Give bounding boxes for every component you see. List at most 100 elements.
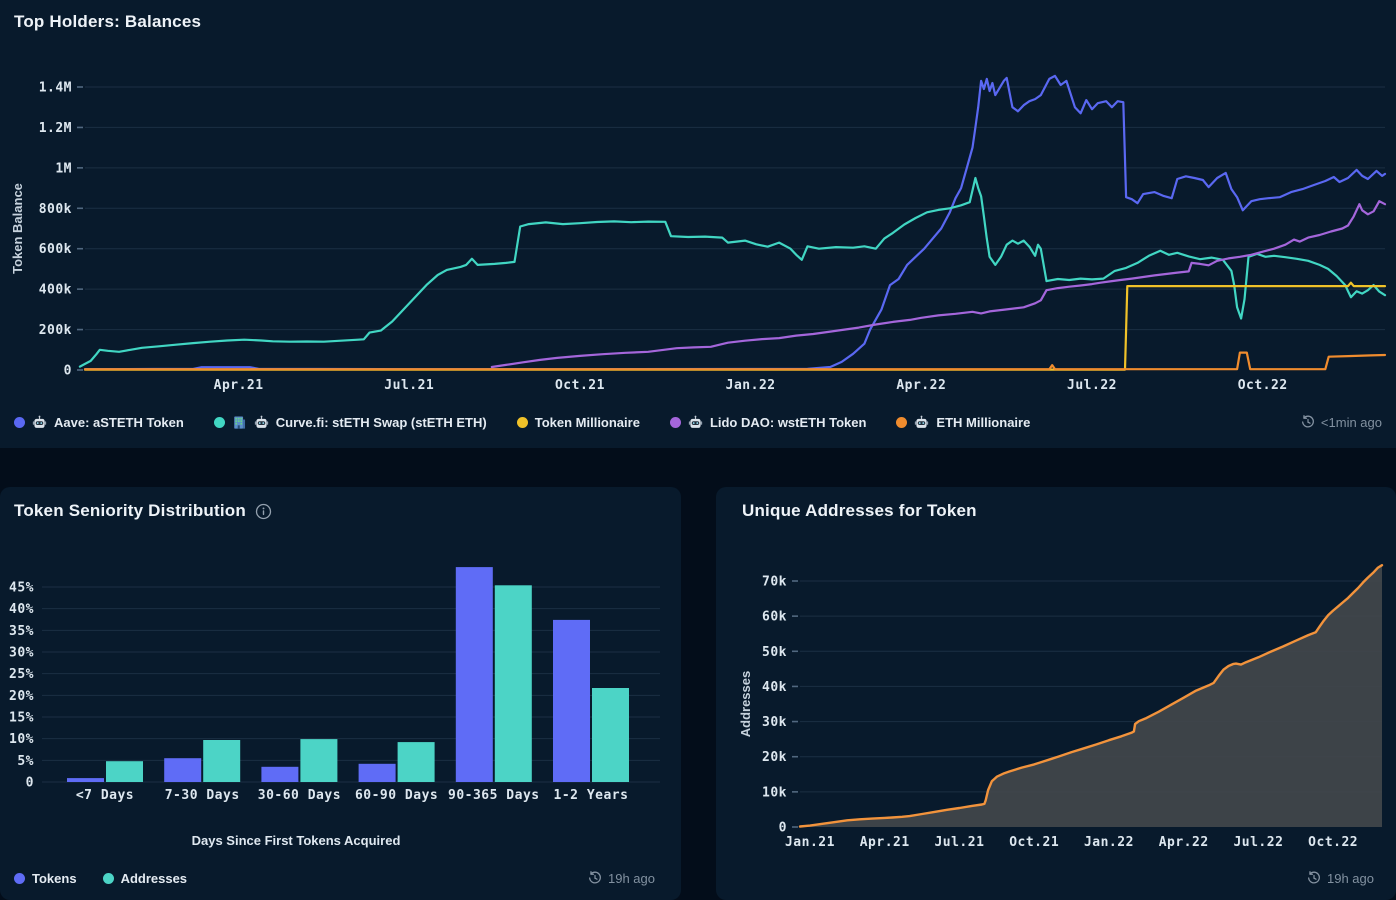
legend-label: Lido DAO: wstETH Token [710, 415, 866, 430]
y-tick-label: 10% [9, 732, 34, 747]
x-tick-label: Jul.22 [1233, 835, 1283, 850]
unique-addresses-timestamp: 19h ago [1307, 871, 1374, 886]
y-tick-label: 25% [9, 667, 34, 682]
y-tick-label: 60k [762, 610, 787, 625]
legend-item-curve-fi-steth-swap-steth-eth[interactable]: Curve.fi: stETH Swap (stETH ETH) [214, 415, 487, 430]
y-tick-label: 20% [9, 689, 34, 704]
y-tick-label: 1.4M [39, 81, 72, 96]
bar-addresses-30-60-days [300, 739, 337, 782]
legend-label: Addresses [121, 871, 187, 886]
x-tick-label: Jan.22 [1084, 835, 1134, 850]
bar-addresses-1-2-years [592, 688, 629, 782]
legend-dot [896, 417, 907, 428]
x-category-label: <7 Days [76, 788, 134, 803]
y-tick-label: 1.2M [39, 121, 72, 136]
legend-item-tokens[interactable]: Tokens [14, 871, 77, 886]
y-tick-label: 0 [64, 364, 72, 379]
y-tick-label: 30% [9, 646, 34, 661]
y-tick-label: 800k [39, 202, 72, 217]
y-tick-label: 70k [762, 575, 787, 590]
y-tick-label: 40% [9, 602, 34, 617]
robot-icon [688, 415, 703, 430]
x-category-label: 90-365 Days [448, 788, 540, 803]
x-category-label: 60-90 Days [355, 788, 438, 803]
legend-dot [517, 417, 528, 428]
y-tick-label: 200k [39, 323, 72, 338]
legend-dot [214, 417, 225, 428]
x-tick-label: Jan.22 [726, 378, 776, 393]
bar-tokens-7-days [67, 778, 104, 782]
legend-item-token-millionaire[interactable]: Token Millionaire [517, 415, 640, 430]
bar-tokens-60-90-days [359, 764, 396, 782]
y-tick-label: 15% [9, 711, 34, 726]
legend-item-eth-millionaire[interactable]: ETH Millionaire [896, 415, 1030, 430]
y-tick-label: 400k [39, 283, 72, 298]
legend-dot [670, 417, 681, 428]
info-icon[interactable] [255, 503, 272, 520]
x-tick-label: Jan.21 [785, 835, 835, 850]
top-holders-chart[interactable]: 0200k400k600k800k1M1.2M1.4MApr.21Jul.21O… [0, 0, 1396, 400]
building-icon [232, 415, 247, 430]
y-tick-label: 0 [26, 776, 34, 791]
bar-addresses-7-30-days [203, 740, 240, 782]
token-seniority-title: Token Seniority Distribution [14, 501, 246, 521]
legend-item-addresses[interactable]: Addresses [103, 871, 187, 886]
y-tick-label: 5% [17, 754, 34, 769]
y-tick-label: 10k [762, 785, 787, 800]
y-tick-label: 600k [39, 242, 72, 257]
series-token-millionaire [85, 283, 1385, 370]
token-seniority-legend: Tokens Addresses 19h ago [14, 866, 655, 890]
bar-tokens-7-30-days [164, 758, 201, 782]
x-tick-label: Apr.22 [896, 378, 946, 393]
unique-addresses-title: Unique Addresses for Token [742, 501, 977, 521]
x-tick-label: Jul.21 [934, 835, 984, 850]
legend-label: Tokens [32, 871, 77, 886]
series-eth-millionaire [85, 353, 1385, 370]
history-clock-icon [1307, 871, 1321, 885]
legend-dot [14, 417, 25, 428]
x-tick-label: Jul.21 [384, 378, 434, 393]
x-tick-label: Apr.21 [214, 378, 264, 393]
token-seniority-panel: Token Seniority Distribution 0 5% 10% 15% 20… [0, 487, 681, 900]
x-category-label: 1-2 Years [554, 788, 629, 803]
top-holders-timestamp: <1min ago [1301, 415, 1382, 430]
y-tick-label: 0 [779, 821, 787, 836]
x-tick-label: Apr.22 [1159, 835, 1209, 850]
unique-addresses-footer: 19h ago [742, 866, 1374, 890]
bar-addresses-7-days [106, 761, 143, 782]
y-tick-label: 40k [762, 680, 787, 695]
robot-icon [32, 415, 47, 430]
unique-addresses-panel: Unique Addresses for Token 010k20k30k40k… [716, 487, 1396, 900]
x-tick-label: Jul.22 [1067, 378, 1117, 393]
top-holders-panel: Top Holders: Balances 0200k400k600k800k1… [0, 0, 1396, 448]
y-axis-label: Token Balance [10, 183, 25, 274]
series-aave-asteth-token [85, 76, 1385, 369]
robot-icon [914, 415, 929, 430]
x-tick-label: Apr.21 [860, 835, 910, 850]
bar-addresses-90-365-days [495, 585, 532, 782]
bar-addresses-60-90-days [398, 742, 435, 782]
legend-label: ETH Millionaire [936, 415, 1030, 430]
x-tick-label: Oct.22 [1308, 835, 1358, 850]
history-clock-icon [588, 871, 602, 885]
legend-item-aave-asteth-token[interactable]: Aave: aSTETH Token [14, 415, 184, 430]
legend-label: Aave: aSTETH Token [54, 415, 184, 430]
history-clock-icon [1301, 415, 1315, 429]
top-holders-legend: Aave: aSTETH Token Curve.fi: stETH Swap (… [14, 408, 1382, 436]
y-tick-label: 35% [9, 624, 34, 639]
bar-tokens-90-365-days [456, 567, 493, 782]
x-category-label: 30-60 Days [258, 788, 341, 803]
legend-label: Curve.fi: stETH Swap (stETH ETH) [276, 415, 487, 430]
legend-item-lido-dao-wsteth-token[interactable]: Lido DAO: wstETH Token [670, 415, 866, 430]
token-seniority-timestamp: 19h ago [588, 871, 655, 886]
area-fill-addresses [800, 565, 1382, 827]
unique-addresses-chart[interactable]: 010k20k30k40k50k60k70kJan.21Apr.21Jul.21… [716, 537, 1396, 857]
y-tick-label: 50k [762, 645, 787, 660]
legend-label: Token Millionaire [535, 415, 640, 430]
y-axis-label: Addresses [738, 671, 753, 737]
dashboard: { "colors": { "page_bg": "#030d1a", "pan… [0, 0, 1396, 900]
x-tick-label: Oct.21 [1009, 835, 1059, 850]
token-seniority-chart[interactable]: 05%10%15%20%25%30%35%40%45%<7 Days7-30 D… [0, 537, 681, 817]
y-tick-label: 30k [762, 715, 787, 730]
x-tick-label: Oct.22 [1238, 378, 1288, 393]
